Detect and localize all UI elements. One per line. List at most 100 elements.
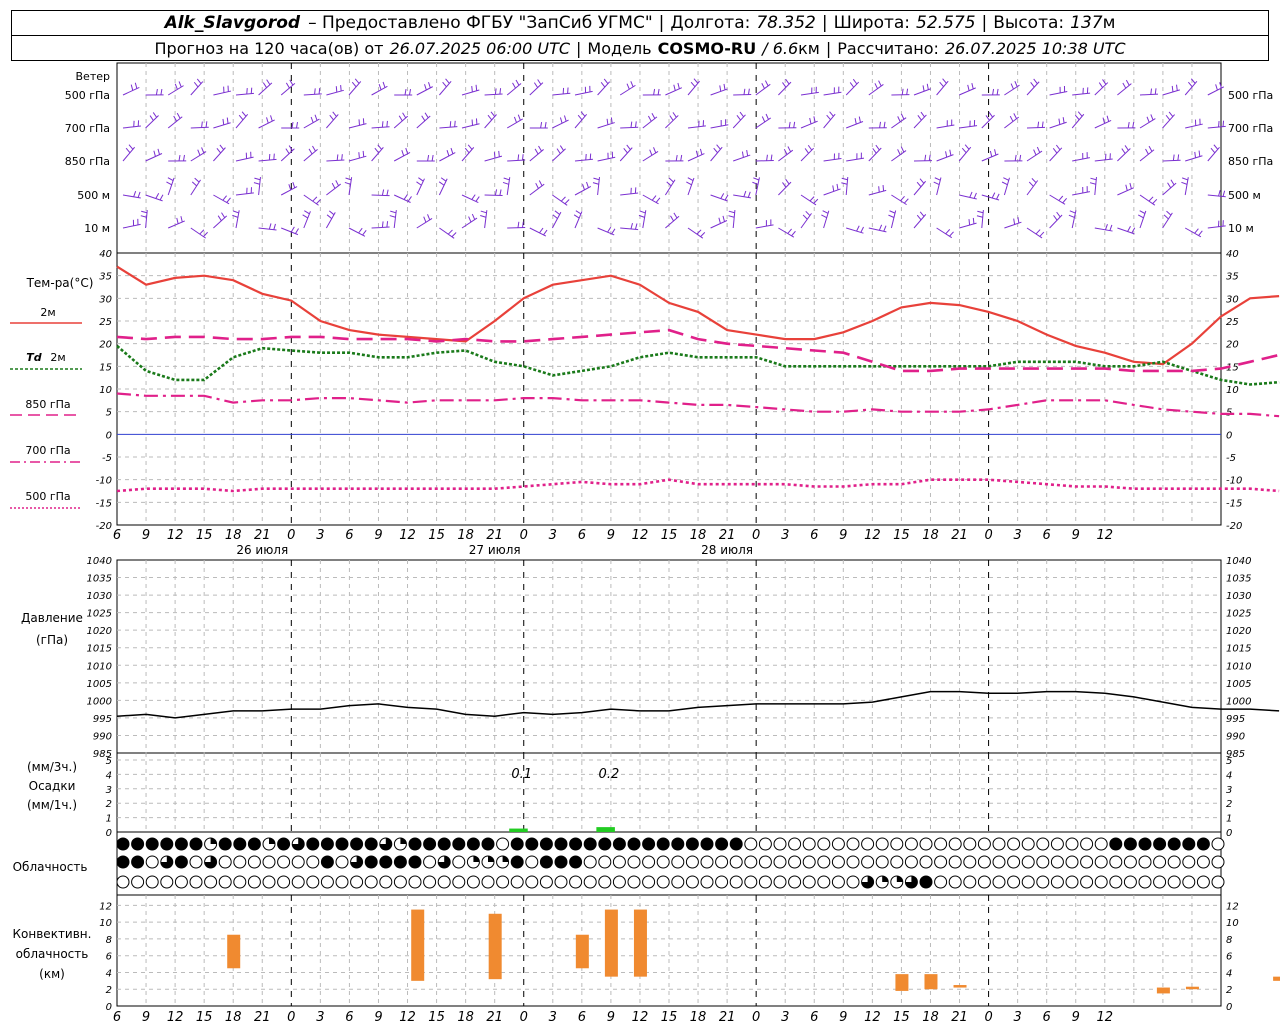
cloud-symbol bbox=[496, 875, 510, 889]
cloud-symbol bbox=[145, 875, 159, 889]
cloud-circle bbox=[1080, 837, 1094, 851]
cloud-fill bbox=[525, 838, 538, 850]
cloud-symbol bbox=[320, 875, 334, 889]
wind-barb-feather bbox=[1013, 113, 1018, 119]
wind-barb-feather bbox=[1148, 196, 1154, 202]
temp-tick-left: 15 bbox=[99, 362, 112, 373]
temp-tick-right: 20 bbox=[1226, 340, 1239, 351]
x-tick-top: 12 bbox=[399, 528, 416, 543]
wind-barb-feather bbox=[766, 154, 768, 161]
wind-barb-feather bbox=[149, 115, 154, 121]
cloud-circle bbox=[1196, 855, 1210, 869]
cloud-symbol bbox=[875, 855, 889, 869]
wind-barb-feather bbox=[577, 114, 583, 121]
wind-barb bbox=[439, 81, 452, 96]
wind-barb-feather bbox=[718, 217, 721, 224]
cloud-circle bbox=[1007, 855, 1021, 869]
wind-barb-feather bbox=[262, 82, 267, 88]
x-tick-bottom: 21 bbox=[719, 1010, 736, 1024]
cloud-symbol bbox=[963, 837, 977, 851]
wind-barb-feather bbox=[381, 121, 384, 128]
x-tick-top: 21 bbox=[951, 528, 968, 543]
temp-tick-left: 40 bbox=[99, 249, 112, 260]
cloud-fill bbox=[131, 838, 144, 850]
cloud-symbol bbox=[788, 837, 802, 851]
cloud-circle bbox=[846, 875, 860, 889]
cloud-symbol bbox=[525, 875, 539, 889]
wind-barb-feather bbox=[1019, 154, 1022, 161]
cloud-symbol bbox=[1094, 875, 1108, 889]
x-tick-top: 18 bbox=[690, 528, 707, 543]
cloud-fill bbox=[555, 838, 567, 850]
wind-barb-feather bbox=[713, 147, 718, 154]
cloud-fill bbox=[160, 838, 173, 850]
cloud-symbol bbox=[948, 875, 962, 889]
wind-barb bbox=[1003, 177, 1010, 196]
wind-barb-feather bbox=[471, 213, 476, 220]
legend-t850-label: 850 гПа bbox=[25, 398, 70, 411]
cloud-symbol bbox=[729, 855, 743, 869]
cloud-symbol bbox=[758, 875, 772, 889]
wind-barb-feather bbox=[1017, 217, 1020, 224]
cloud-symbol bbox=[715, 837, 729, 851]
pressure-unit: (гПа) bbox=[36, 633, 68, 647]
conv-bar bbox=[227, 934, 241, 969]
wind-barb-feather bbox=[889, 210, 896, 214]
wind-barb-feather bbox=[1014, 154, 1017, 161]
wind-barb-feather bbox=[686, 181, 692, 186]
cloud-symbol bbox=[466, 837, 480, 851]
cloud-symbol bbox=[145, 855, 159, 869]
wind-barb-feather bbox=[903, 198, 909, 204]
wind-barb-feather bbox=[672, 112, 677, 118]
wind-barb-feather bbox=[748, 88, 750, 95]
cloud-fill bbox=[540, 838, 553, 850]
wind-level-label-left: 10 м bbox=[84, 222, 110, 235]
cloud-fill bbox=[1197, 838, 1210, 850]
wind-barb-feather bbox=[1127, 226, 1131, 232]
cloud-circle bbox=[1094, 837, 1108, 851]
cloud-circle bbox=[802, 875, 816, 889]
cloud-symbol bbox=[233, 875, 247, 889]
cloud-symbol bbox=[831, 875, 845, 889]
conv-bar bbox=[411, 909, 425, 981]
x-tick-bottom: 6 bbox=[810, 1010, 818, 1024]
wind-barb-feather bbox=[513, 116, 517, 123]
wind-barb-feather bbox=[634, 223, 638, 230]
cloud-circle bbox=[335, 855, 349, 869]
cloud-symbol bbox=[174, 875, 188, 889]
cloud-circle bbox=[160, 875, 174, 889]
wind-barb-feather bbox=[336, 154, 339, 161]
x-tick-bottom: 9 bbox=[839, 1010, 847, 1024]
wind-barb-feather bbox=[901, 88, 904, 95]
wind-barb-feather bbox=[197, 149, 201, 156]
cloud-circle bbox=[992, 875, 1006, 889]
wind-barb-feather bbox=[964, 144, 970, 150]
cloud-circle bbox=[510, 875, 524, 889]
wind-barb-feather bbox=[253, 182, 260, 185]
cloud-symbol bbox=[174, 855, 188, 869]
wind-barb-feather bbox=[544, 121, 547, 129]
wind-barb-feather bbox=[517, 154, 520, 161]
wind-barb-feather bbox=[378, 83, 382, 90]
cloud-symbol bbox=[627, 855, 641, 869]
cloud-symbol bbox=[189, 875, 203, 889]
cloud-circle bbox=[802, 837, 816, 851]
cloud-symbol bbox=[671, 855, 685, 869]
wind-barb-feather bbox=[752, 181, 759, 185]
cloud-symbol bbox=[758, 837, 772, 851]
temp-tick-right: -20 bbox=[1226, 521, 1242, 532]
wind-barb-feather bbox=[166, 181, 172, 186]
conv-tick-left: 12 bbox=[99, 901, 112, 912]
cloud-circle bbox=[1094, 875, 1108, 889]
wind-barb-feather bbox=[515, 79, 520, 86]
wind-barb-feather bbox=[747, 191, 751, 198]
x-tick-top: 3 bbox=[781, 528, 789, 543]
wind-barb-feather bbox=[499, 189, 502, 196]
pressure-tick-left: 990 bbox=[93, 731, 112, 742]
pressure-tick-right: 1040 bbox=[1226, 556, 1251, 567]
cloud-circle bbox=[744, 875, 758, 889]
cloud-circle bbox=[977, 855, 991, 869]
wind-barb-feather bbox=[1215, 84, 1218, 91]
wind-barb-feather bbox=[897, 149, 901, 155]
cloud-symbol bbox=[452, 855, 466, 869]
